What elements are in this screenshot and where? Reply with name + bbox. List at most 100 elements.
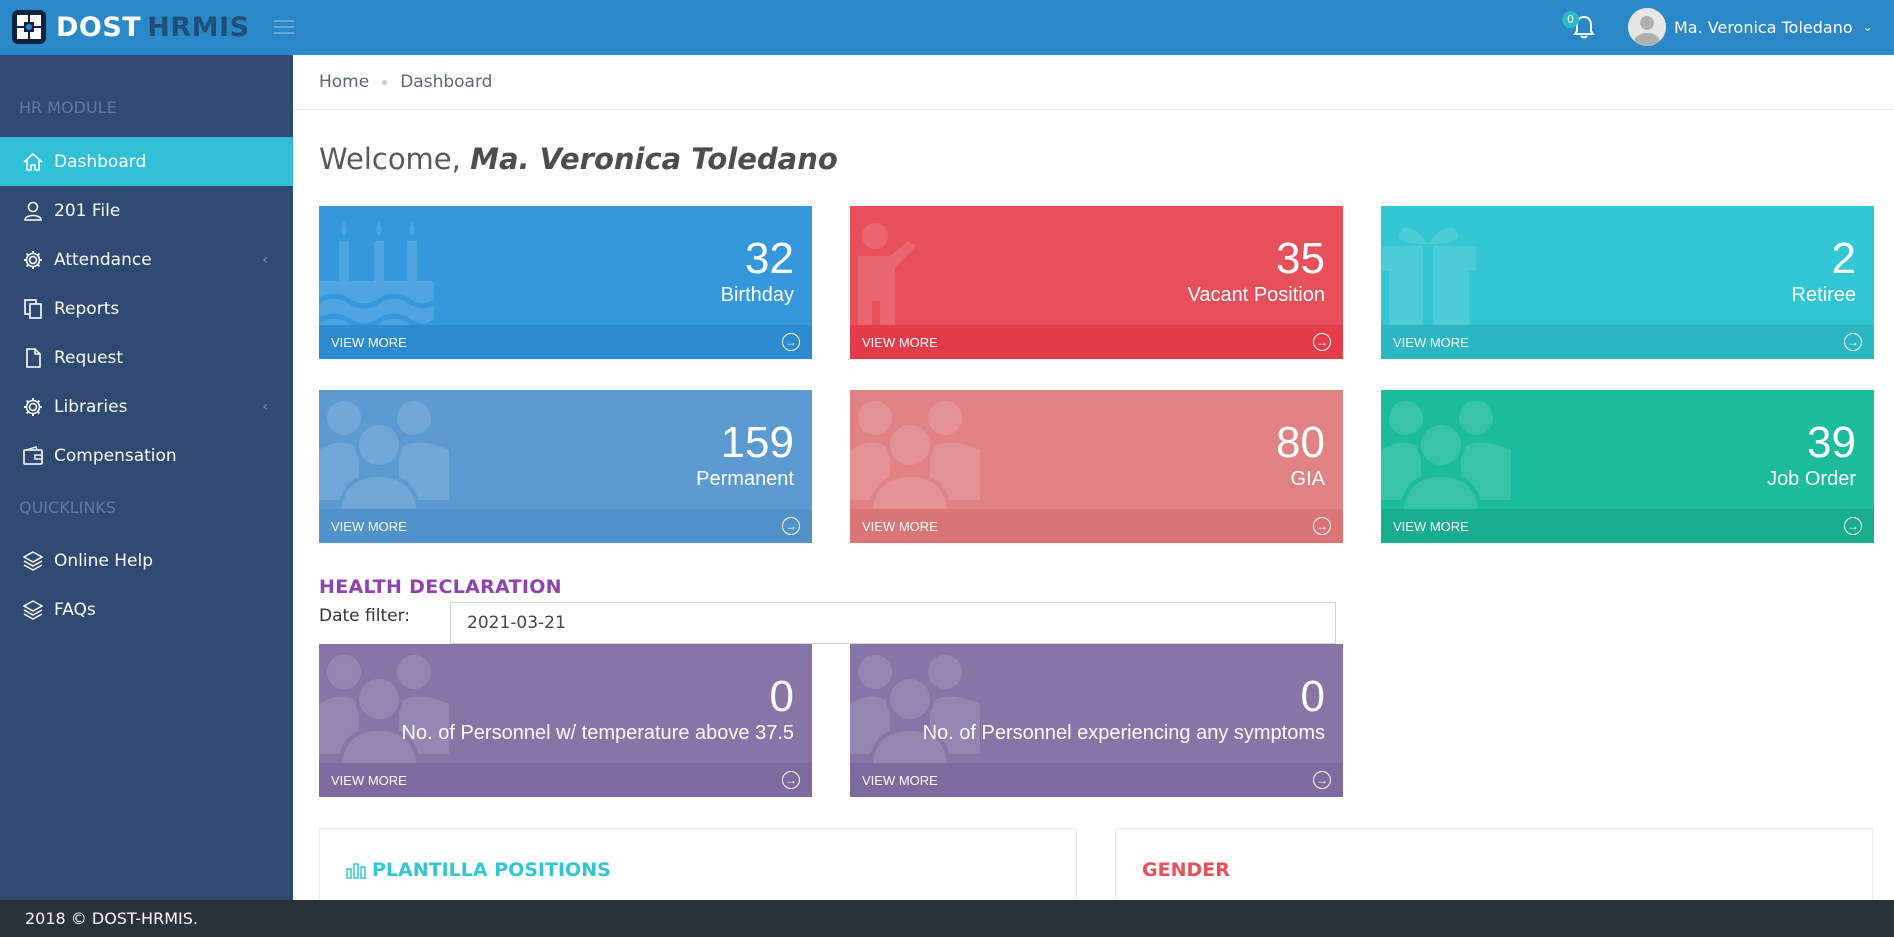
- card-label: GIA: [1290, 468, 1325, 490]
- card-value: 0: [1300, 672, 1325, 721]
- notification-bell[interactable]: 0: [1562, 11, 1596, 42]
- gear-icon: [21, 248, 45, 272]
- avatar: [1628, 8, 1666, 46]
- plantilla-positions-panel: PLANTILLA POSITIONS: [319, 828, 1077, 908]
- card-label: Permanent: [696, 468, 794, 490]
- card-value: 32: [745, 234, 794, 283]
- panel-title: PLANTILLA POSITIONS: [346, 859, 611, 881]
- main-content: Welcome, Ma. Veronica Toledano 32 Birthd…: [293, 110, 1894, 908]
- menu-toggle-icon[interactable]: [274, 20, 294, 34]
- sidebar-item-attendance[interactable]: Attendance ‹: [0, 235, 293, 284]
- card-label: Retiree: [1791, 284, 1856, 306]
- sidebar-item-label: Request: [54, 347, 124, 368]
- sidebar: HR MODULE Dashboard 201 File Attendance …: [0, 55, 293, 900]
- card-value: 159: [720, 418, 794, 467]
- card-gia: 80 GIA VIEW MORE →: [850, 390, 1343, 543]
- card-symptoms: 0 No. of Personnel experiencing any symp…: [850, 644, 1343, 797]
- arrow-right-icon: →: [1844, 333, 1862, 351]
- notification-badge: 0: [1562, 11, 1579, 28]
- sidebar-item-dashboard[interactable]: Dashboard: [0, 137, 293, 186]
- sidebar-item-online-help[interactable]: Online Help: [0, 536, 293, 585]
- person-wave-icon: [858, 223, 916, 336]
- view-more-link[interactable]: VIEW MORE →: [850, 325, 1343, 359]
- users-icon: [319, 655, 449, 774]
- arrow-right-icon: →: [782, 333, 800, 351]
- sidebar-item-label: FAQs: [54, 599, 96, 620]
- user-menu[interactable]: Ma. Veronica Toledano ⌄: [1628, 8, 1873, 46]
- health-declaration-title: HEALTH DECLARATION: [319, 576, 562, 598]
- date-filter-label: Date filter:: [319, 606, 411, 626]
- user-name: Ma. Veronica Toledano: [1674, 17, 1853, 37]
- card-value: 39: [1807, 418, 1856, 467]
- card-retiree: 2 Retiree VIEW MORE →: [1381, 206, 1874, 359]
- layers-icon: [21, 598, 45, 622]
- date-filter-input[interactable]: [450, 602, 1336, 644]
- users-icon: [1381, 401, 1511, 520]
- breadcrumb-current: Dashboard: [400, 72, 493, 92]
- card-label: No. of Personnel experiencing any sympto…: [922, 722, 1325, 744]
- breadcrumb: Home Dashboard: [293, 55, 1894, 110]
- arrow-right-icon: →: [782, 517, 800, 535]
- gift-icon: [1381, 226, 1476, 336]
- layers-icon: [21, 549, 45, 573]
- breadcrumb-separator: [382, 79, 388, 85]
- sidebar-item-label: Libraries: [54, 396, 128, 417]
- top-navbar: DOST HRMIS 0 Ma. Veronica Toledano ⌄: [0, 0, 1894, 55]
- card-value: 2: [1831, 234, 1856, 283]
- copy-icon: [21, 297, 45, 321]
- sidebar-item-request[interactable]: Request: [0, 333, 293, 382]
- sidebar-item-compensation[interactable]: Compensation: [0, 431, 293, 480]
- arrow-right-icon: →: [1844, 517, 1862, 535]
- bar-chart-icon: [346, 863, 366, 879]
- home-icon: [21, 150, 45, 174]
- card-birthday: 32 Birthday VIEW MORE →: [319, 206, 812, 359]
- users-icon: [850, 655, 980, 774]
- card-temperature: 0 No. of Personnel w/ temperature above …: [319, 644, 812, 797]
- arrow-right-icon: →: [1313, 333, 1331, 351]
- sidebar-section-hr: HR MODULE: [19, 98, 117, 117]
- footer: 2018 © DOST-HRMIS.: [0, 900, 1894, 937]
- sidebar-item-reports[interactable]: Reports: [0, 284, 293, 333]
- sidebar-item-label: Attendance: [54, 249, 152, 270]
- sidebar-item-label: Reports: [54, 298, 120, 319]
- cake-icon: [319, 221, 436, 336]
- view-more-link[interactable]: VIEW MORE →: [319, 325, 812, 359]
- view-more-link[interactable]: VIEW MORE →: [319, 509, 812, 543]
- chevron-left-icon: ‹: [262, 251, 268, 268]
- card-job-order: 39 Job Order VIEW MORE →: [1381, 390, 1874, 543]
- card-label: Job Order: [1767, 468, 1856, 490]
- view-more-link[interactable]: VIEW MORE →: [1381, 509, 1874, 543]
- brand-name: DOST HRMIS: [56, 11, 250, 43]
- user-icon: [21, 199, 45, 223]
- sidebar-section-quicklinks: QUICKLINKS: [19, 498, 116, 517]
- view-more-link[interactable]: VIEW MORE →: [319, 763, 812, 797]
- brand[interactable]: DOST HRMIS: [12, 6, 249, 48]
- arrow-right-icon: →: [1313, 771, 1331, 789]
- sidebar-item-libraries[interactable]: Libraries ‹: [0, 382, 293, 431]
- card-label: Vacant Position: [1187, 284, 1326, 306]
- sidebar-item-faqs[interactable]: FAQs: [0, 585, 293, 634]
- card-value: 35: [1276, 234, 1325, 283]
- sidebar-item-label: Compensation: [54, 445, 177, 466]
- gear-icon: [21, 395, 45, 419]
- page-title: Welcome, Ma. Veronica Toledano: [319, 142, 838, 176]
- card-value: 0: [769, 672, 794, 721]
- wallet-icon: [21, 444, 45, 468]
- file-icon: [21, 346, 45, 370]
- gender-panel: GENDER: [1115, 828, 1873, 908]
- card-permanent: 159 Permanent VIEW MORE →: [319, 390, 812, 543]
- chevron-down-icon: ⌄: [1862, 20, 1873, 34]
- sidebar-item-201-file[interactable]: 201 File: [0, 186, 293, 235]
- card-value: 80: [1276, 418, 1325, 467]
- panel-title: GENDER: [1142, 859, 1230, 881]
- logo-icon: [12, 10, 46, 44]
- users-icon: [850, 401, 980, 520]
- view-more-link[interactable]: VIEW MORE →: [1381, 325, 1874, 359]
- breadcrumb-home-link[interactable]: Home: [319, 72, 369, 92]
- view-more-link[interactable]: VIEW MORE →: [850, 509, 1343, 543]
- sidebar-item-label: Online Help: [54, 550, 153, 571]
- chevron-left-icon: ‹: [262, 398, 268, 415]
- sidebar-item-label: Dashboard: [54, 151, 147, 172]
- card-vacant-position: 35 Vacant Position VIEW MORE →: [850, 206, 1343, 359]
- view-more-link[interactable]: VIEW MORE →: [850, 763, 1343, 797]
